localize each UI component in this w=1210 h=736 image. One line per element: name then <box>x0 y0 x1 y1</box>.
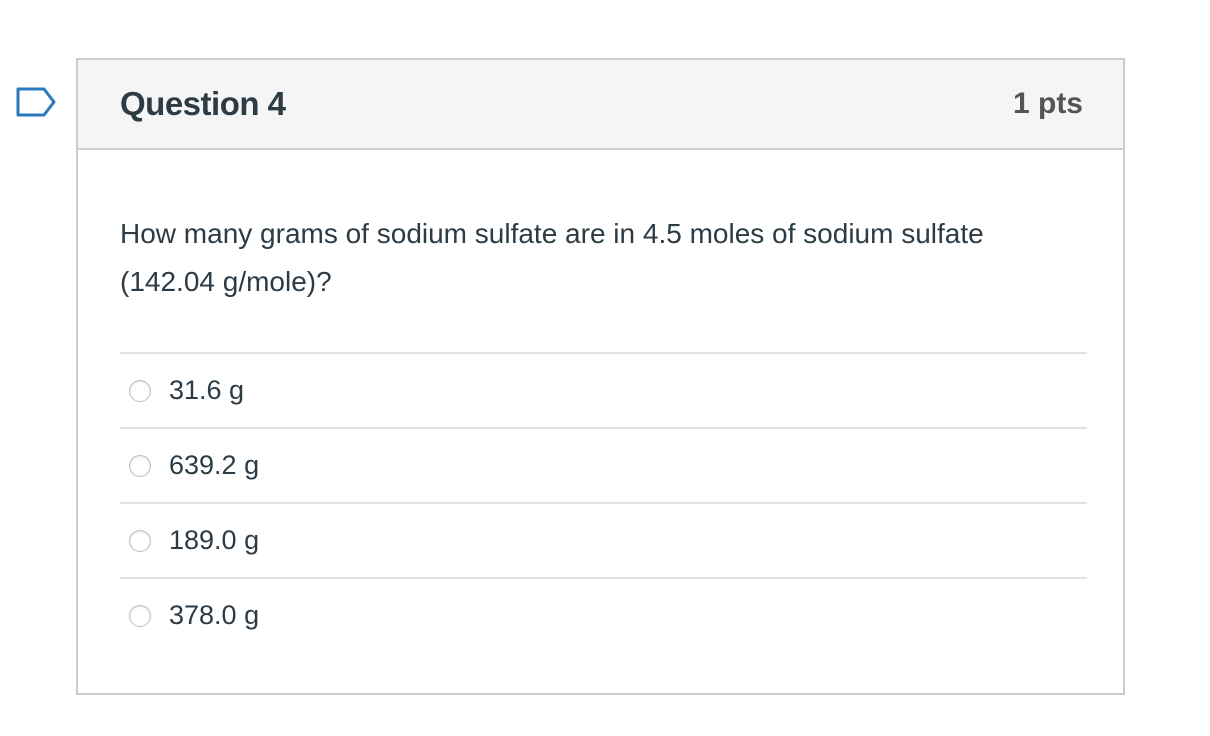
radio-button[interactable] <box>129 454 151 477</box>
radio-button[interactable] <box>129 604 151 627</box>
flag-question-icon[interactable] <box>16 87 58 119</box>
radio-button[interactable] <box>129 379 151 402</box>
answer-label: 378.0 g <box>169 600 260 630</box>
answer-option[interactable]: 378.0 g <box>120 577 1087 652</box>
radio-button[interactable] <box>129 529 151 552</box>
question-header: Question 4 1 pts <box>78 60 1123 150</box>
answer-list: 31.6 g 639.2 g 189.0 g 378.0 g <box>120 352 1087 652</box>
answer-label: 639.2 g <box>169 450 260 480</box>
question-card: Question 4 1 pts How many grams of sodiu… <box>76 58 1125 695</box>
answer-option[interactable]: 639.2 g <box>120 427 1087 502</box>
answer-option[interactable]: 189.0 g <box>120 502 1087 577</box>
question-points: 1 pts <box>1012 87 1083 120</box>
answer-label: 31.6 g <box>169 375 245 405</box>
question-title: Question 4 <box>120 85 286 122</box>
answer-option[interactable]: 31.6 g <box>120 352 1087 427</box>
answer-label: 189.0 g <box>169 525 260 555</box>
question-text: How many grams of sodium sulfate are in … <box>120 218 984 297</box>
